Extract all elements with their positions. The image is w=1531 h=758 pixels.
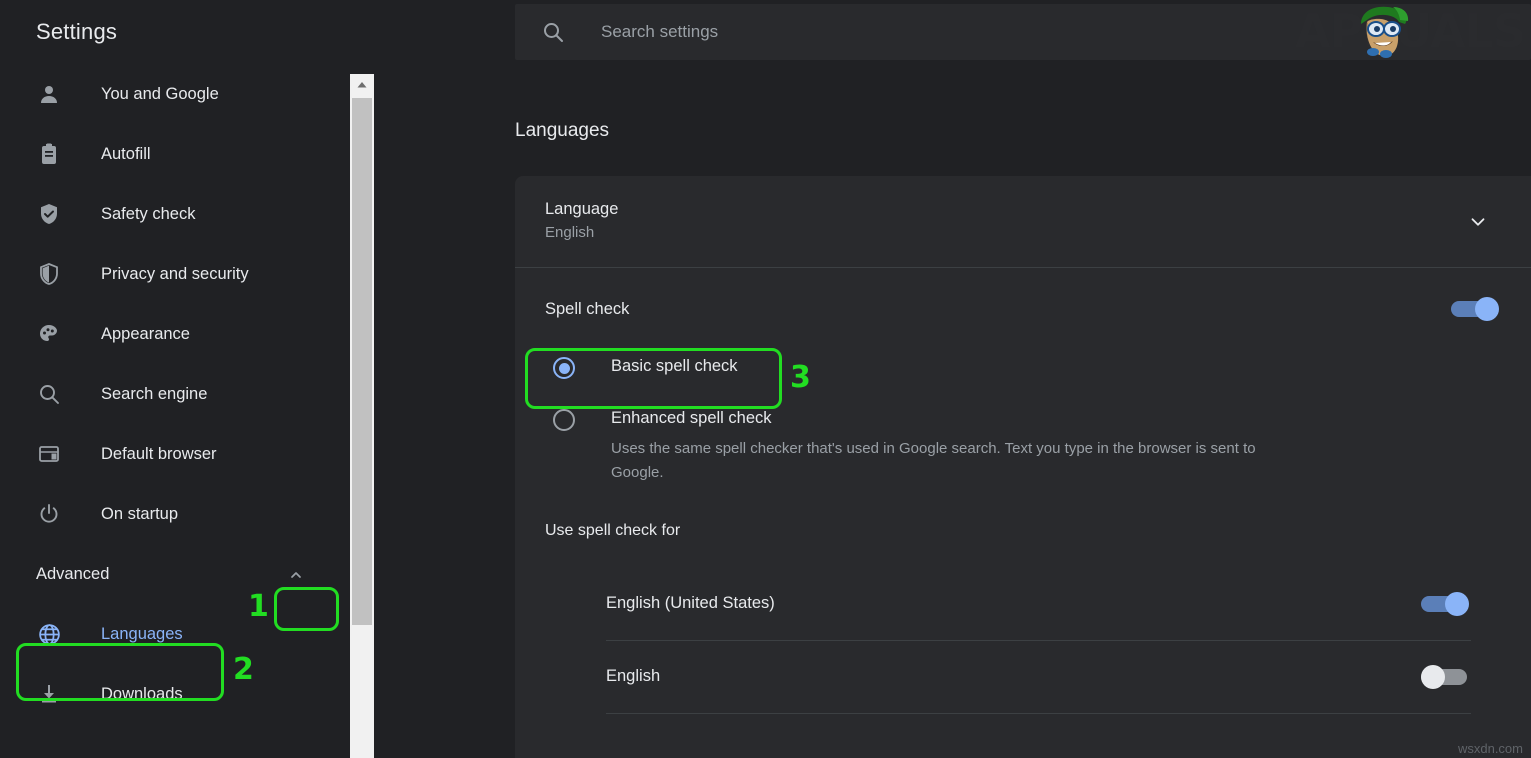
language-row-text: Language English xyxy=(545,198,618,246)
language-expand-button[interactable] xyxy=(1467,211,1489,233)
spell-check-options: Basic spell check Enhanced spell check U… xyxy=(515,356,1531,484)
settings-window: Settings APPUALS xyxy=(0,0,1531,758)
triangle-up-icon xyxy=(356,79,368,91)
sidebar-item-search-engine[interactable]: Search engine xyxy=(0,364,347,424)
sidebar-item-label: Safety check xyxy=(101,205,195,224)
globe-icon xyxy=(36,621,62,647)
chevron-up-icon xyxy=(288,567,304,583)
sidebar-item-label: Privacy and security xyxy=(101,265,249,284)
sidebar-item-default-browser[interactable]: Default browser xyxy=(0,424,347,484)
language-row-title: Language xyxy=(545,198,618,222)
sidebar-item-label: Appearance xyxy=(101,325,190,344)
sidebar-item-appearance[interactable]: Appearance xyxy=(0,304,347,364)
sidebar-item-you-and-google[interactable]: You and Google xyxy=(0,64,347,124)
advanced-label: Advanced xyxy=(36,565,109,584)
languages-card: Language English Spell check xyxy=(515,176,1531,758)
language-row[interactable]: Language English xyxy=(515,176,1531,268)
toggle-knob xyxy=(1475,297,1499,321)
clipboard-icon xyxy=(36,141,62,167)
person-icon xyxy=(36,81,62,107)
sidebar-item-safety-check[interactable]: Safety check xyxy=(0,184,347,244)
enhanced-spell-check-radio[interactable] xyxy=(553,409,575,431)
chevron-down-icon xyxy=(1467,211,1489,233)
search-icon xyxy=(541,20,565,44)
spell-check-language-list: English (United States) English xyxy=(515,568,1531,714)
basic-spell-check-option[interactable]: Basic spell check xyxy=(553,356,1501,379)
sidebar-item-label: Search engine xyxy=(101,385,207,404)
advanced-collapse-button[interactable] xyxy=(281,560,311,590)
language-toggle-english-united-states[interactable] xyxy=(1421,592,1471,616)
option-label: Enhanced spell check xyxy=(611,409,772,427)
browser-window-icon xyxy=(36,441,62,467)
shield-icon xyxy=(36,261,62,287)
enhanced-spell-check-option[interactable]: Enhanced spell check Uses the same spell… xyxy=(553,408,1501,484)
sidebar-item-label: Languages xyxy=(101,625,183,644)
language-toggle-english[interactable] xyxy=(1421,665,1471,689)
sidebar-item-label: Default browser xyxy=(101,445,217,464)
search-bar[interactable] xyxy=(515,4,1531,60)
sidebar-item-privacy-and-security[interactable]: Privacy and security xyxy=(0,244,347,304)
advanced-section-header[interactable]: Advanced xyxy=(0,544,347,604)
enhanced-spell-check-text: Enhanced spell check Uses the same spell… xyxy=(611,408,1311,484)
sidebar-item-label: On startup xyxy=(101,505,178,524)
scrollbar-up-button[interactable] xyxy=(350,74,374,96)
language-row-value: English xyxy=(545,221,618,245)
sidebar-item-downloads[interactable]: Downloads xyxy=(0,664,347,724)
spell-check-row: Spell check xyxy=(515,268,1531,350)
top-bar: Settings APPUALS xyxy=(0,0,1531,64)
option-label: Basic spell check xyxy=(611,357,738,375)
sidebar-item-label: You and Google xyxy=(101,85,219,104)
toggle-knob xyxy=(1421,665,1445,689)
power-icon xyxy=(36,501,62,527)
spell-check-label: Spell check xyxy=(545,300,629,319)
search-icon xyxy=(36,381,62,407)
language-name: English xyxy=(606,667,660,686)
use-spell-check-for-heading: Use spell check for xyxy=(515,522,1531,540)
download-icon xyxy=(36,681,62,707)
shield-check-icon xyxy=(36,201,62,227)
sidebar-item-autofill[interactable]: Autofill xyxy=(0,124,347,184)
main-content: Languages Language English Spell check xyxy=(380,64,1531,758)
option-description: Uses the same spell checker that's used … xyxy=(611,437,1311,484)
sidebar-scrollbar-thumb[interactable] xyxy=(352,98,372,625)
basic-spell-check-text: Basic spell check xyxy=(611,356,738,377)
sidebar-item-label: Downloads xyxy=(101,685,183,704)
toggle-knob xyxy=(1445,592,1469,616)
search-input[interactable] xyxy=(601,22,1531,42)
spell-check-language-row: English (United States) xyxy=(606,568,1471,641)
sidebar-item-languages[interactable]: Languages xyxy=(0,604,347,664)
spell-check-language-row: English xyxy=(606,641,1471,714)
page-title-settings: Settings xyxy=(0,19,515,45)
palette-icon xyxy=(36,321,62,347)
sidebar: You and Google Autofill Safety check xyxy=(0,64,347,758)
language-name: English (United States) xyxy=(606,594,775,613)
sidebar-item-label: Autofill xyxy=(101,145,151,164)
sidebar-item-on-startup[interactable]: On startup xyxy=(0,484,347,544)
spell-check-toggle[interactable] xyxy=(1451,297,1501,321)
basic-spell-check-radio[interactable] xyxy=(553,357,575,379)
content-page-title: Languages xyxy=(515,120,609,142)
